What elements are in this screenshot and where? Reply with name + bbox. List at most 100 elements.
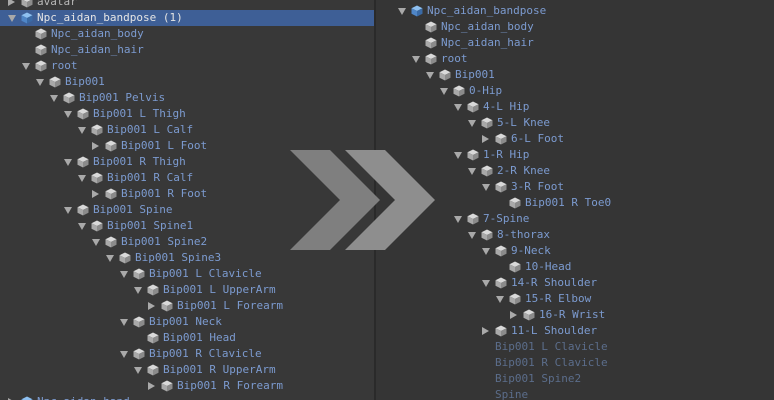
- tree-item-label: Bip001 L Thigh: [93, 107, 186, 120]
- expand-arrow-icon[interactable]: [134, 287, 142, 294]
- expand-arrow-icon[interactable]: [64, 111, 72, 118]
- expand-arrow-icon[interactable]: [454, 104, 462, 111]
- collapse-arrow-icon[interactable]: [148, 382, 155, 390]
- expand-arrow-icon[interactable]: [412, 56, 420, 63]
- cube-icon: [425, 37, 437, 49]
- tree-item[interactable]: 10-Head: [376, 259, 774, 275]
- tree-item[interactable]: 14-R Shoulder: [376, 275, 774, 291]
- tree-item[interactable]: 5-L Knee: [376, 115, 774, 131]
- expand-arrow-icon[interactable]: [426, 72, 434, 79]
- collapse-arrow-icon[interactable]: [92, 142, 99, 150]
- tree-item-label: Bip001 R Clavicle: [495, 356, 608, 369]
- tree-item-label: Bip001 L Clavicle: [495, 340, 608, 353]
- tree-item[interactable]: Bip001 R UpperArm: [0, 362, 374, 378]
- expand-arrow-icon[interactable]: [22, 63, 30, 70]
- collapse-arrow-icon[interactable]: [510, 311, 517, 319]
- expand-arrow-icon[interactable]: [468, 120, 476, 127]
- expand-arrow-icon[interactable]: [106, 255, 114, 262]
- cube-icon: [161, 380, 173, 392]
- tree-item-label: Bip001: [455, 68, 495, 81]
- expand-arrow-icon[interactable]: [64, 207, 72, 214]
- tree-item[interactable]: Bip001 L Clavicle: [376, 339, 774, 355]
- tree-item[interactable]: Bip001 R Clavicle: [0, 346, 374, 362]
- expand-arrow-icon[interactable]: [482, 280, 490, 287]
- tree-item[interactable]: 4-L Hip: [376, 99, 774, 115]
- collapse-arrow-icon[interactable]: [148, 302, 155, 310]
- tree-item-label: Bip001 L Clavicle: [149, 267, 262, 280]
- tree-item[interactable]: Npc_aidan_bandpose (1): [0, 10, 374, 26]
- expand-arrow-icon[interactable]: [78, 175, 86, 182]
- tree-item[interactable]: Npc_aidan_body: [376, 19, 774, 35]
- tree-item-label: Bip001 L Forearm: [177, 299, 283, 312]
- tree-item[interactable]: Npc_aidan_hair: [0, 42, 374, 58]
- tree-item[interactable]: avatar: [0, 0, 374, 10]
- collapse-arrow-icon[interactable]: [482, 327, 489, 335]
- tree-item[interactable]: Bip001 R Clavicle: [376, 355, 774, 371]
- expand-arrow-icon[interactable]: [120, 271, 128, 278]
- tree-item-label: 5-L Knee: [497, 116, 550, 129]
- expand-arrow-icon[interactable]: [398, 8, 406, 15]
- expand-arrow-icon[interactable]: [440, 88, 448, 95]
- tree-item[interactable]: Npc_aidan_hand: [0, 394, 374, 400]
- tree-item[interactable]: Bip001 Spine2: [376, 371, 774, 387]
- expand-arrow-icon[interactable]: [78, 223, 86, 230]
- cube-icon: [467, 213, 479, 225]
- cube-icon: [77, 204, 89, 216]
- tree-item-label: Bip001 R Forearm: [177, 379, 283, 392]
- expand-arrow-icon[interactable]: [8, 15, 16, 22]
- cube-icon: [147, 284, 159, 296]
- tree-item[interactable]: Bip001 L Thigh: [0, 106, 374, 122]
- expand-arrow-icon[interactable]: [482, 248, 490, 255]
- tree-item[interactable]: 16-R Wrist: [376, 307, 774, 323]
- cube-icon: [133, 268, 145, 280]
- tree-item[interactable]: Bip001 L Calf: [0, 122, 374, 138]
- expand-arrow-icon[interactable]: [50, 95, 58, 102]
- tree-item[interactable]: Bip001 Head: [0, 330, 374, 346]
- tree-item-label: 4-L Hip: [483, 100, 530, 113]
- expand-arrow-icon[interactable]: [92, 239, 100, 246]
- collapse-arrow-icon[interactable]: [92, 190, 99, 198]
- tree-item[interactable]: Bip001 Pelvis: [0, 90, 374, 106]
- collapse-arrow-icon[interactable]: [482, 135, 489, 143]
- tree-item-label: Bip001 R Calf: [107, 171, 194, 184]
- tree-item[interactable]: 0-Hip: [376, 83, 774, 99]
- cube-icon: [91, 172, 103, 184]
- expand-arrow-icon[interactable]: [120, 351, 128, 358]
- expand-arrow-icon[interactable]: [468, 232, 476, 239]
- expand-arrow-icon[interactable]: [134, 367, 142, 374]
- tree-item[interactable]: Npc_aidan_hair: [376, 35, 774, 51]
- tree-item[interactable]: root: [0, 58, 374, 74]
- expand-arrow-icon[interactable]: [496, 296, 504, 303]
- tree-item[interactable]: root: [376, 51, 774, 67]
- expand-arrow-icon[interactable]: [36, 79, 44, 86]
- tree-item[interactable]: 11-L Shoulder: [376, 323, 774, 339]
- tree-item-label: 3-R Foot: [511, 180, 564, 193]
- cube-icon: [105, 140, 117, 152]
- tree-item[interactable]: Spine: [376, 387, 774, 400]
- expand-arrow-icon[interactable]: [120, 319, 128, 326]
- tree-item[interactable]: Bip001 L Forearm: [0, 298, 374, 314]
- tree-item[interactable]: Bip001: [0, 74, 374, 90]
- tree-item[interactable]: Npc_aidan_bandpose: [376, 3, 774, 19]
- tree-item-label: Bip001 L UpperArm: [163, 283, 276, 296]
- expand-arrow-icon[interactable]: [454, 152, 462, 159]
- tree-item[interactable]: 15-R Elbow: [376, 291, 774, 307]
- tree-item-label: Bip001 R Foot: [121, 187, 208, 200]
- tree-item[interactable]: Bip001 R Forearm: [0, 378, 374, 394]
- expand-arrow-icon[interactable]: [468, 168, 476, 175]
- expand-arrow-icon[interactable]: [64, 159, 72, 166]
- collapse-arrow-icon[interactable]: [8, 0, 15, 6]
- double-chevron-icon: [290, 150, 435, 250]
- tree-item[interactable]: Npc_aidan_body: [0, 26, 374, 42]
- expand-arrow-icon[interactable]: [454, 216, 462, 223]
- expand-arrow-icon[interactable]: [78, 127, 86, 134]
- cube-icon: [21, 0, 33, 8]
- tree-item-label: Npc_aidan_hair: [441, 36, 534, 49]
- tree-item[interactable]: Bip001 L UpperArm: [0, 282, 374, 298]
- cube-icon: [495, 133, 507, 145]
- expand-arrow-icon[interactable]: [482, 184, 490, 191]
- tree-item[interactable]: Bip001: [376, 67, 774, 83]
- tree-item[interactable]: Bip001 L Clavicle: [0, 266, 374, 282]
- tree-item[interactable]: Bip001 Neck: [0, 314, 374, 330]
- tree-item-label: root: [51, 59, 78, 72]
